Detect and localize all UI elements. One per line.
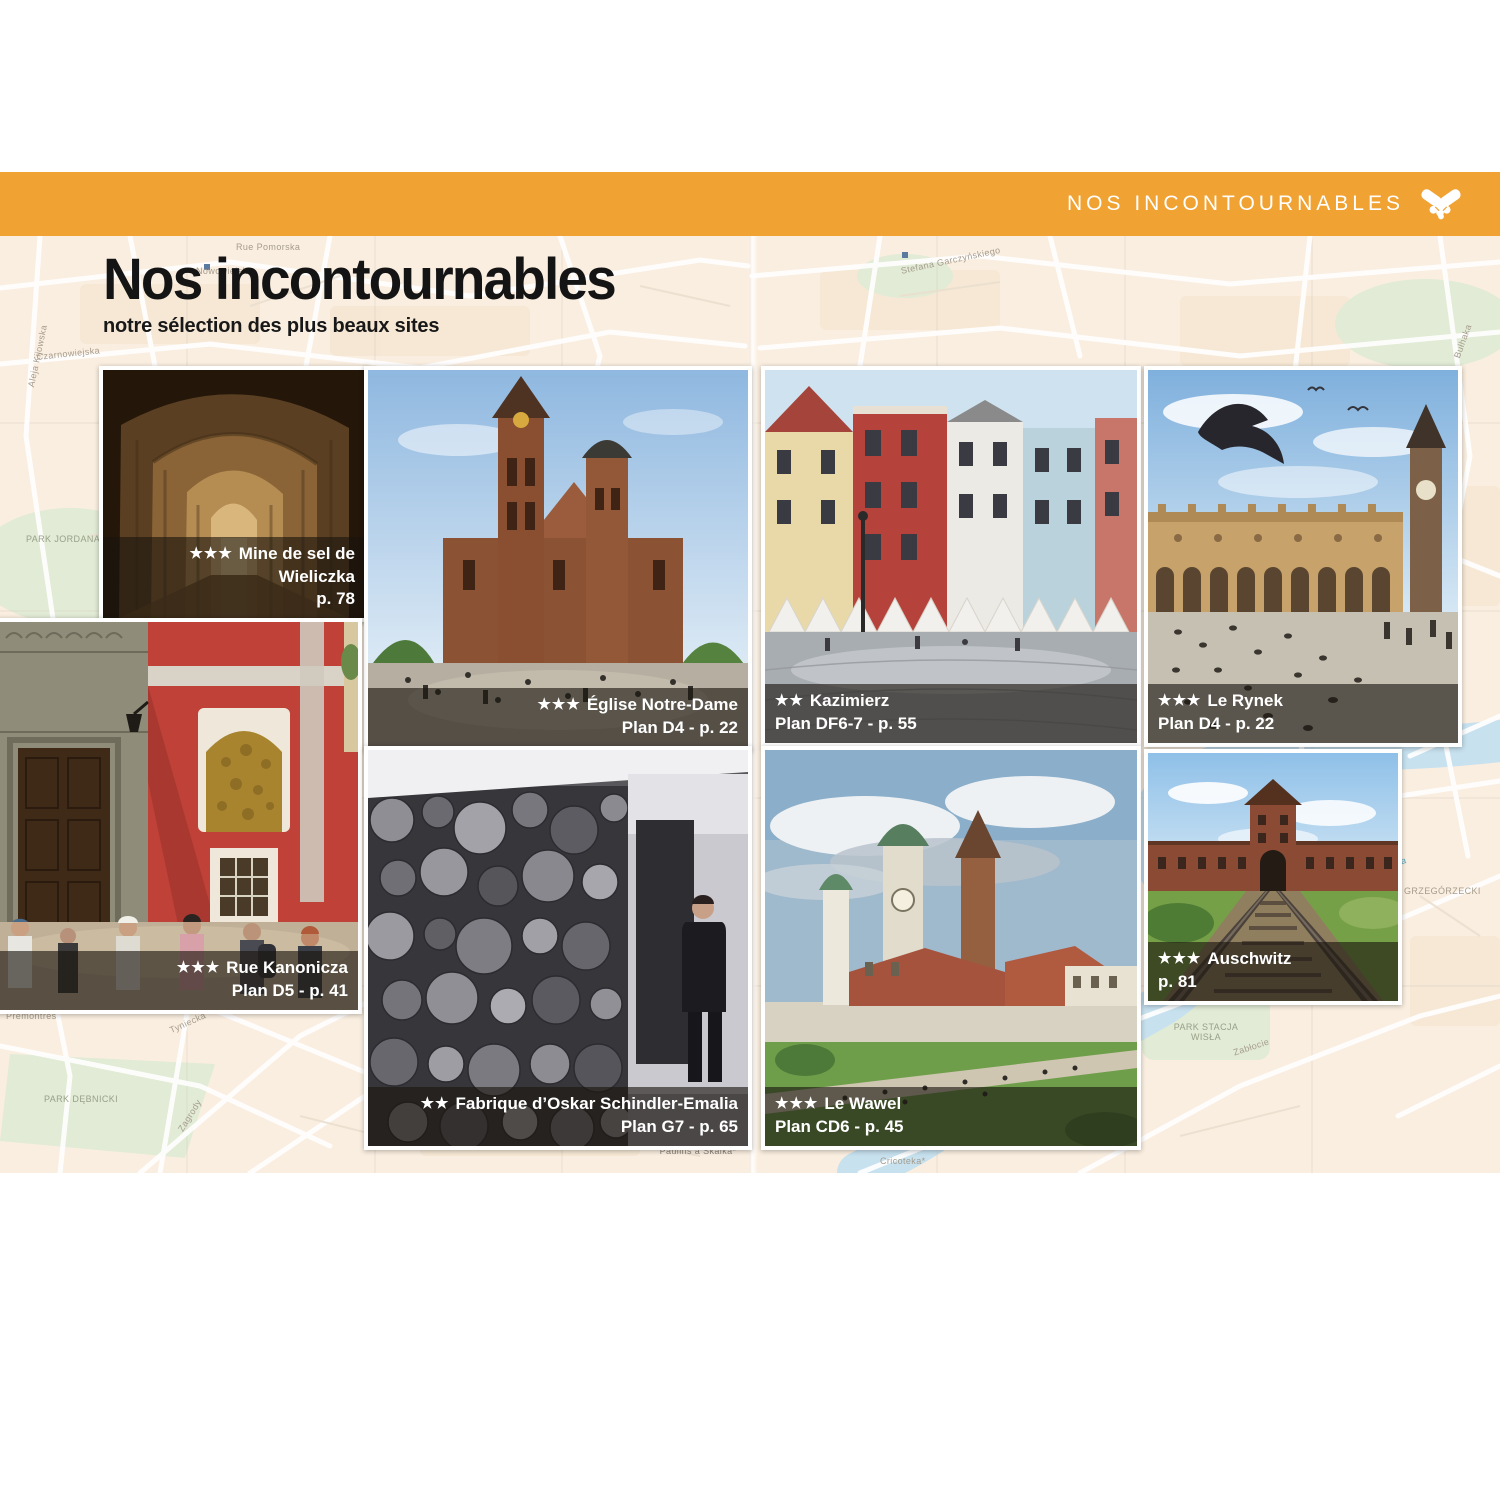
- photo-caption: ★★★ Mine de sel de Wieliczka p. 78: [103, 537, 365, 618]
- photo-eglise-notre-dame: ★★★ Église Notre-Dame Plan D4 - p. 22: [364, 366, 752, 751]
- star-rating: ★★★: [189, 545, 232, 562]
- page-subtitle: notre sélection des plus beaux sites: [103, 315, 642, 338]
- site-ref: Plan D4 - p. 22: [1158, 713, 1448, 735]
- site-name: Auschwitz: [1207, 949, 1291, 968]
- site-ref: Plan G7 - p. 65: [378, 1116, 738, 1138]
- site-name: Église Notre-Dame: [587, 695, 738, 714]
- photo-kazimierz: ★★ Kazimierz Plan DF6-7 - p. 55: [761, 366, 1141, 747]
- photo-fabrique-schindler: ★★ Fabrique d’Oskar Schindler-Emalia Plan…: [364, 746, 752, 1150]
- map-label: PARK DĘBNICKI: [44, 1094, 118, 1104]
- photo-caption: ★★ Fabrique d’Oskar Schindler-Emalia Plan…: [368, 1087, 748, 1146]
- handshake-icon: [1418, 187, 1464, 221]
- page-title: Nos incontournables: [103, 250, 615, 309]
- star-rating: ★★★: [177, 959, 220, 976]
- photo-auschwitz: ★★★ Auschwitz p. 81: [1144, 749, 1402, 1005]
- site-name: Le Wawel: [824, 1094, 901, 1113]
- site-name: Fabrique d’Oskar Schindler-Emalia: [456, 1094, 738, 1113]
- photo-caption: ★★★ Église Notre-Dame Plan D4 - p. 22: [368, 688, 748, 747]
- star-rating: ★★★: [1158, 950, 1201, 967]
- star-rating: ★★★: [1158, 692, 1201, 709]
- site-ref: Plan D5 - p. 41: [10, 980, 348, 1002]
- map-label: PARK JORDANA: [26, 534, 100, 544]
- star-rating: ★★: [775, 692, 804, 709]
- site-name: Kazimierz: [810, 691, 889, 710]
- photo-le-rynek: ★★★ Le Rynek Plan D4 - p. 22: [1144, 366, 1462, 747]
- map-label: GRZEGÓRZECKI: [1404, 886, 1481, 896]
- star-rating: ★★★: [537, 696, 580, 713]
- map-label: PARK STACJA WISŁA: [1160, 1022, 1252, 1042]
- photo-caption: ★★★ Rue Kanonicza Plan D5 - p. 41: [0, 951, 358, 1010]
- site-ref: p. 78: [113, 588, 355, 610]
- photo-caption: ★★★ Le Rynek Plan D4 - p. 22: [1148, 684, 1458, 743]
- photo-caption: ★★★ Auschwitz p. 81: [1148, 942, 1398, 1001]
- banner-label: NOS INCONTOURNABLES: [1067, 192, 1404, 216]
- photo-caption: ★★★ Le Wawel Plan CD6 - p. 45: [765, 1087, 1137, 1146]
- site-ref: Plan D4 - p. 22: [378, 717, 738, 739]
- photo-rue-kanonicza: ★★★ Rue Kanonicza Plan D5 - p. 41: [0, 618, 362, 1014]
- map-label: Cricoteka*: [880, 1156, 926, 1166]
- site-ref: p. 81: [1158, 971, 1388, 993]
- site-name: Le Rynek: [1207, 691, 1283, 710]
- site-ref: Plan CD6 - p. 45: [775, 1116, 1127, 1138]
- site-name: Mine de sel de Wieliczka: [239, 544, 355, 586]
- photo-le-wawel: ★★★ Le Wawel Plan CD6 - p. 45: [761, 746, 1141, 1150]
- header-banner: NOS INCONTOURNABLES: [0, 172, 1500, 236]
- guidebook-page: Rue PomorskaNowowiejskiAleja KijowskaCza…: [0, 0, 1500, 1500]
- photo-caption: ★★ Kazimierz Plan DF6-7 - p. 55: [765, 684, 1137, 743]
- photo-mine-de-sel-wieliczka: ★★★ Mine de sel de Wieliczka p. 78: [99, 366, 369, 622]
- intro-block: Nos incontournables notre sélection des …: [103, 250, 642, 338]
- site-name: Rue Kanonicza: [226, 958, 348, 977]
- star-rating: ★★: [421, 1095, 450, 1112]
- star-rating: ★★★: [775, 1095, 818, 1112]
- site-ref: Plan DF6-7 - p. 55: [775, 713, 1127, 735]
